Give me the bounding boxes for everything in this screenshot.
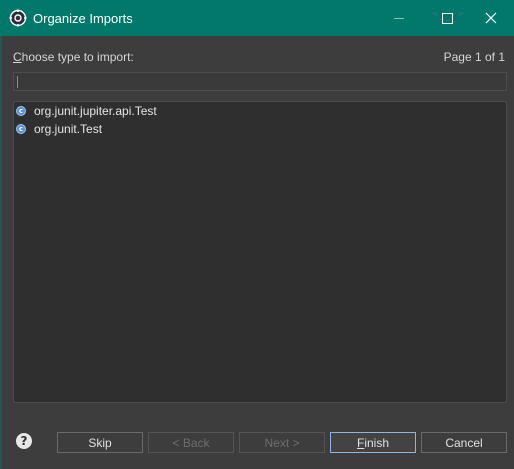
type-filter-input[interactable] xyxy=(13,72,507,91)
finish-button[interactable]: Finish xyxy=(330,432,416,453)
type-list[interactable]: c org.junit.jupiter.api.Test c org.junit… xyxy=(13,101,507,403)
text-caret xyxy=(17,76,18,88)
cancel-button[interactable]: Cancel xyxy=(421,432,507,453)
finish-text: inish xyxy=(364,435,390,450)
help-icon[interactable]: ? xyxy=(16,433,32,449)
back-button[interactable]: < Back xyxy=(148,432,234,453)
gear-app-icon xyxy=(9,9,27,27)
prompt-mnemonic: C xyxy=(13,50,22,64)
close-button[interactable] xyxy=(468,0,514,36)
dialog-body: Choose type to import: Page 1 of 1 c org… xyxy=(2,36,514,469)
class-icon: c xyxy=(16,124,26,134)
window-title: Organize Imports xyxy=(33,11,133,26)
minimize-button[interactable] xyxy=(376,0,422,36)
minimize-icon xyxy=(394,17,404,19)
list-item-label: org.junit.jupiter.api.Test xyxy=(34,104,157,118)
list-item[interactable]: c org.junit.jupiter.api.Test xyxy=(16,102,504,120)
class-icon: c xyxy=(16,106,26,116)
maximize-button[interactable] xyxy=(424,0,470,36)
next-button[interactable]: Next > xyxy=(239,432,325,453)
title-bar: Organize Imports xyxy=(0,0,514,36)
list-item-label: org.junit.Test xyxy=(34,122,103,136)
prompt-text: hoose type to import: xyxy=(21,50,134,64)
maximize-icon xyxy=(441,12,453,24)
page-indicator: Page 1 of 1 xyxy=(443,50,505,64)
type-prompt-label: Choose type to import: xyxy=(13,50,134,64)
skip-button[interactable]: Skip xyxy=(57,432,143,453)
close-icon xyxy=(485,12,497,24)
list-item[interactable]: c org.junit.Test xyxy=(16,120,504,138)
finish-mnemonic: F xyxy=(356,435,365,450)
